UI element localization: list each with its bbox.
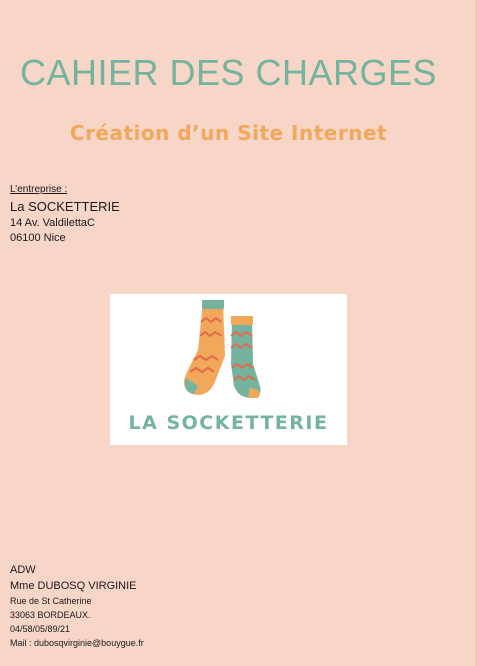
company-label: L’entreprise : bbox=[10, 184, 68, 195]
author-street: Rue de St Catherine bbox=[10, 596, 92, 606]
document-subtitle: Création d’un Site Internet bbox=[69, 121, 388, 145]
company-name: La SOCKETTERIE bbox=[10, 199, 120, 214]
document-title: CAHIER DES CHARGES bbox=[19, 52, 438, 93]
author-name: Mme DUBOSQ VIRGINIE bbox=[10, 580, 137, 592]
teal-sock-icon bbox=[230, 316, 261, 398]
orange-sock-icon bbox=[184, 300, 225, 395]
company-block: L’entreprise : La SOCKETTERIE 14 Av. Val… bbox=[10, 184, 120, 247]
company-address: 14 Av. ValdilettaC bbox=[10, 217, 95, 229]
logo-text: LA SOCKETTERIE bbox=[128, 412, 329, 434]
author-phone: 04/58/05/89/21 bbox=[10, 624, 71, 634]
author-org: ADW bbox=[10, 564, 36, 576]
company-city: 06100 Nice bbox=[10, 232, 66, 244]
company-logo: LA SOCKETTERIE bbox=[110, 294, 347, 445]
author-mail: Mail : dubosqvirginie@bouygue.fr bbox=[10, 638, 144, 648]
author-city: 33063 BORDEAUX. bbox=[10, 610, 91, 620]
document-page: CAHIER DES CHARGES Création d’un Site In… bbox=[0, 0, 477, 666]
author-block: ADW Mme DUBOSQ VIRGINIE Rue de St Cather… bbox=[10, 564, 144, 652]
